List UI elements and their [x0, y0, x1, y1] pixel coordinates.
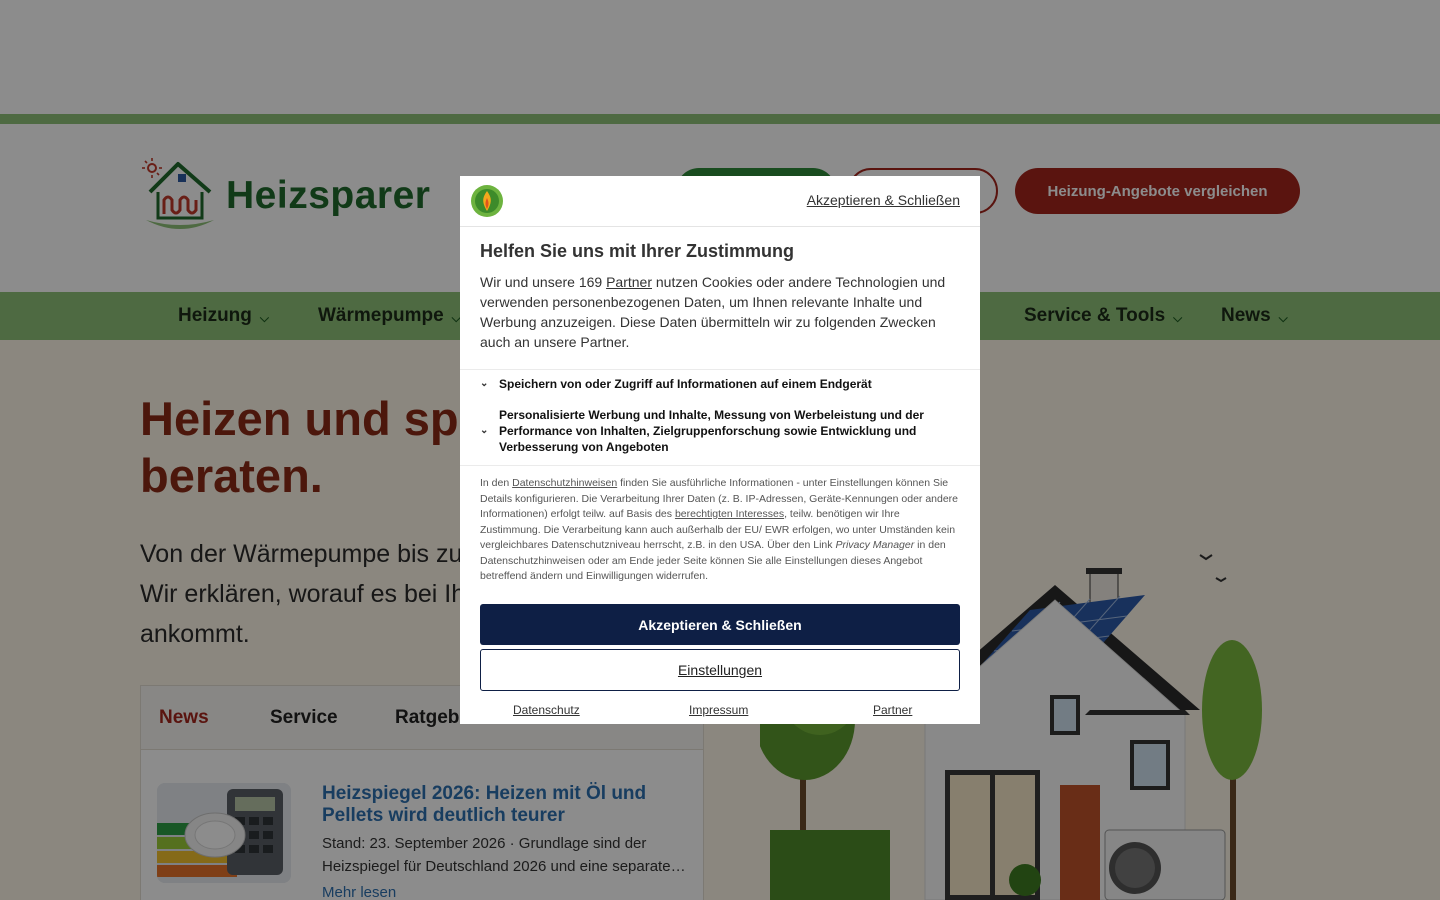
- legal-text-1: In den: [480, 477, 513, 489]
- intro-text-start: Wir und unsere 169: [480, 274, 607, 290]
- purpose-item-storage[interactable]: ⌄ Speichern von oder Zugriff auf Informa…: [480, 376, 950, 392]
- consent-title: Helfen Sie uns mit Ihrer Zustimmung: [480, 241, 795, 261]
- accept-close-button[interactable]: Akzeptieren & Schließen: [480, 604, 960, 645]
- consent-header: Akzeptieren & Schließen: [460, 176, 980, 227]
- consent-legal-text: In den Datenschutzhinweisen finden Sie a…: [480, 476, 962, 585]
- privacy-manager-term: Privacy Manager: [835, 539, 915, 551]
- legitimate-interest-link[interactable]: berechtigten Interesses: [675, 508, 784, 520]
- partner-link[interactable]: Partner: [606, 274, 652, 290]
- footer-partner-link[interactable]: Partner: [873, 703, 912, 717]
- consent-intro: Wir und unsere 169 Partner nutzen Cookie…: [480, 272, 960, 352]
- footer-privacy-link[interactable]: Datenschutz: [513, 703, 580, 717]
- chevron-down-icon: ⌄: [480, 378, 489, 389]
- settings-button[interactable]: Einstellungen: [480, 649, 960, 691]
- flame-logo-icon: [471, 185, 503, 217]
- purpose-label: Speichern von oder Zugriff auf Informati…: [499, 377, 872, 391]
- consent-dialog: Akzeptieren & Schließen Helfen Sie uns m…: [460, 176, 980, 724]
- chevron-down-icon: ⌄: [480, 425, 489, 436]
- privacy-notice-link[interactable]: Datenschutzhinweisen: [512, 477, 617, 489]
- purpose-label: Personalisierte Werbung und Inhalte, Mes…: [499, 408, 924, 454]
- purpose-item-personalized-ads[interactable]: ⌄ Personalisierte Werbung und Inhalte, M…: [480, 407, 950, 455]
- footer-imprint-link[interactable]: Impressum: [689, 703, 748, 717]
- header-accept-close-link[interactable]: Akzeptieren & Schließen: [807, 192, 960, 208]
- separator: [460, 369, 980, 370]
- separator: [460, 465, 980, 466]
